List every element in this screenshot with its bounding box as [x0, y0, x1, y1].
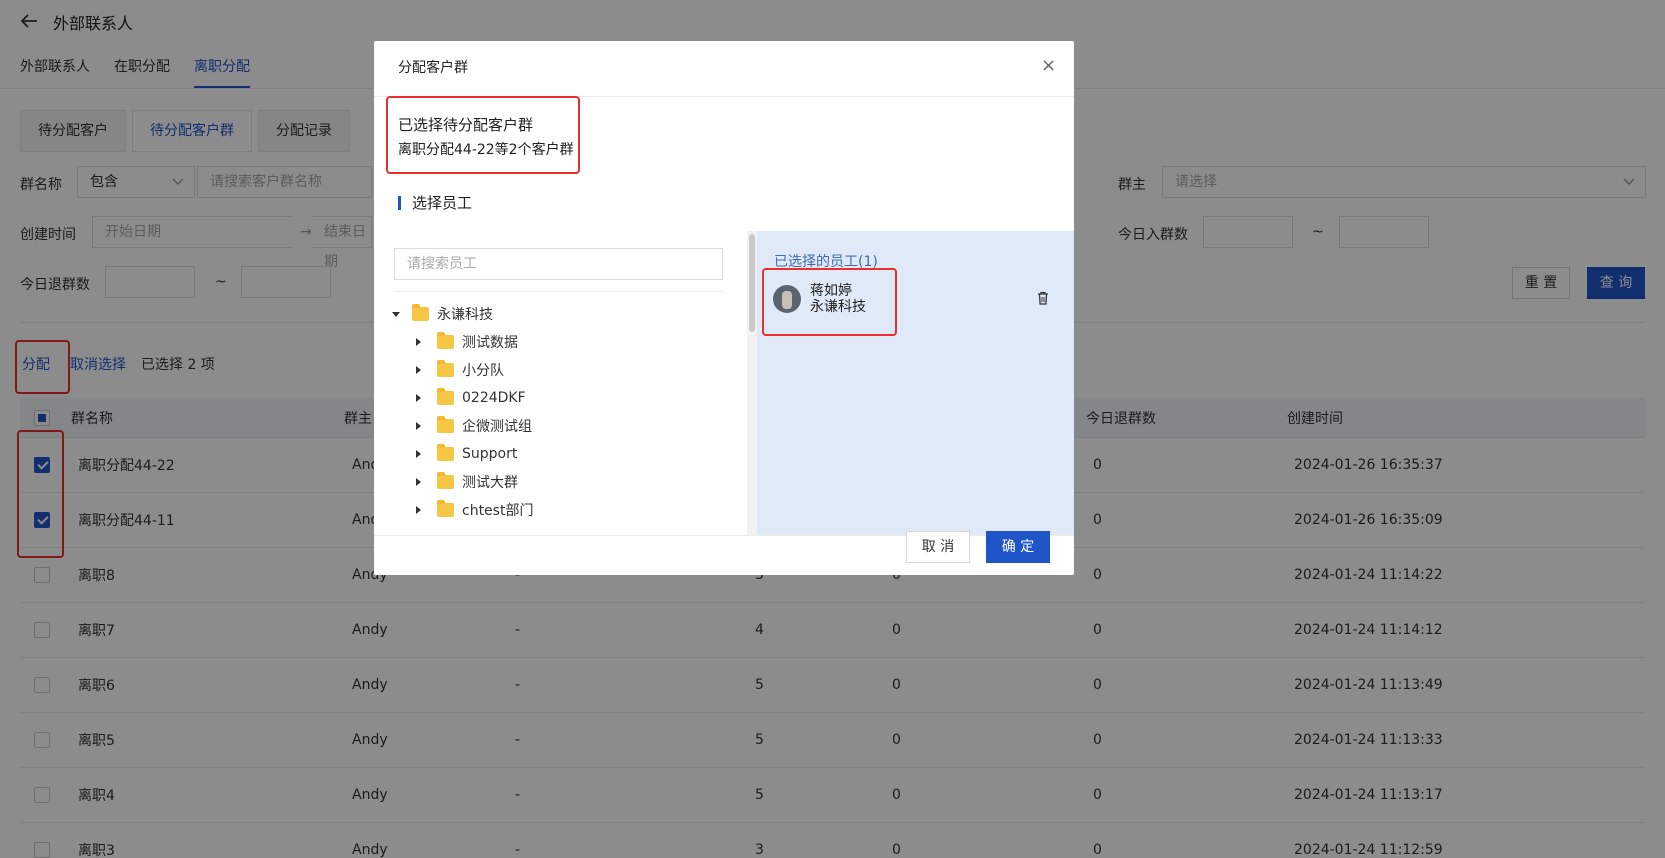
tree-node[interactable]: 小分队	[392, 356, 722, 384]
highlight-selected-groups	[386, 96, 580, 174]
employee-search-input[interactable]: 请搜索员工	[394, 248, 723, 280]
folder-icon	[437, 332, 454, 349]
caret-right-icon[interactable]	[416, 478, 421, 486]
folder-icon	[437, 360, 454, 377]
tree-scrollbar[interactable]	[747, 231, 757, 535]
close-icon[interactable]: ×	[1041, 55, 1056, 76]
org-tree: 永谦科技 测试数据小分队 0224DKF 企微测试组 Support 测试大群 chtes…	[392, 300, 722, 524]
tree-node[interactable]: 测试大群	[392, 468, 722, 496]
section-title: 选择员工	[412, 194, 473, 212]
folder-icon	[437, 500, 454, 517]
folder-icon	[437, 444, 454, 461]
tree-node-label: 测试大群	[462, 475, 518, 491]
caret-down-icon[interactable]	[392, 311, 400, 317]
caret-right-icon[interactable]	[416, 450, 421, 458]
tree-node-label: chtest部门	[462, 503, 534, 519]
tree-node[interactable]: 企微测试组	[392, 412, 722, 440]
folder-icon	[437, 472, 454, 489]
modal-cancel-button[interactable]: 取 消	[906, 531, 970, 563]
scrollbar-thumb[interactable]	[749, 234, 755, 332]
search-divider	[394, 291, 723, 292]
assign-group-modal: 分配客户群 × 已选择待分配客户群 离职分配44-22等2个客户群 选择员工 请…	[374, 41, 1074, 575]
folder-icon	[412, 304, 429, 321]
tree-node-label: Support	[462, 446, 518, 462]
tree-node-label: 企微测试组	[462, 419, 532, 435]
caret-right-icon[interactable]	[416, 394, 421, 402]
section-marker	[398, 196, 401, 210]
folder-icon	[437, 416, 454, 433]
caret-right-icon[interactable]	[416, 422, 421, 430]
tree-node-label: 测试数据	[462, 335, 518, 351]
highlight-chosen-employee	[762, 268, 897, 336]
tree-node[interactable]: chtest部门	[392, 496, 722, 524]
caret-right-icon[interactable]	[416, 506, 421, 514]
modal-confirm-button[interactable]: 确 定	[986, 531, 1050, 563]
folder-icon	[437, 388, 454, 405]
tree-node-label: 0224DKF	[462, 390, 526, 406]
trash-icon[interactable]	[1037, 291, 1049, 305]
tree-root-label: 永谦科技	[437, 307, 493, 323]
caret-right-icon[interactable]	[416, 338, 421, 346]
tree-node[interactable]: 测试数据	[392, 328, 722, 356]
caret-right-icon[interactable]	[416, 366, 421, 374]
tree-node-label: 小分队	[462, 363, 504, 379]
modal-title: 分配客户群	[398, 60, 468, 76]
tree-node[interactable]: Support	[392, 440, 722, 468]
tree-node[interactable]: 0224DKF	[392, 384, 722, 412]
tree-root[interactable]: 永谦科技	[392, 300, 722, 328]
